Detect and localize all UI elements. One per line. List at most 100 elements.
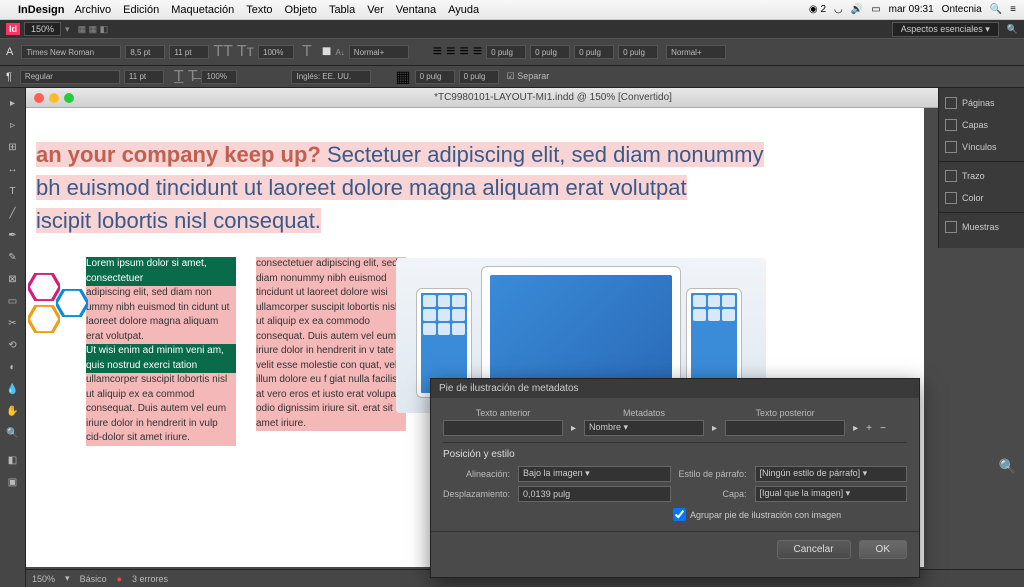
status-zoom[interactable]: 150% [32,574,55,584]
para-style-select-dlg[interactable]: [Ningún estilo de párrafo] ▾ [755,466,907,482]
wifi-icon[interactable]: ◡ [834,4,843,15]
col-gutter-field[interactable]: 0 pulg [459,70,499,84]
spotlight-icon[interactable]: 🔍 [990,4,1002,15]
panel-muestras[interactable]: Muestras [939,216,1024,238]
menu-ver[interactable]: Ver [367,4,384,16]
smallcaps-icon[interactable]: Tᴛ [237,43,254,61]
leading-select[interactable]: 11 pt [169,45,209,59]
alignment-select[interactable]: Bajo la imagen ▾ [518,466,670,482]
separar-checkbox[interactable]: ☑ Separar [507,71,550,82]
para-mode-icon[interactable]: ¶ [6,71,12,83]
panel-paginas[interactable]: Páginas [939,92,1024,114]
minimize-window-button[interactable] [49,93,59,103]
gap-tool[interactable]: ↔ [2,159,24,179]
line-tool[interactable]: ╱ [2,203,24,223]
headline-text[interactable]: an your company keep up? Sectetuer adipi… [36,138,914,237]
remove-row-button[interactable]: − [880,423,886,434]
page-tool[interactable]: ⊞ [2,137,24,157]
search-icon[interactable]: 🔍 [1007,24,1018,35]
menu-tabla[interactable]: Tabla [329,4,355,16]
view-icons[interactable]: ▦ ▦ ◧ [78,24,109,35]
space-before-field[interactable]: 0 pulg [574,45,614,59]
menubar-status: ◉ 2 ◡ 🔊 ▭ mar 09:31 Ontecnia 🔍 ≡ [809,4,1016,15]
close-window-button[interactable] [34,93,44,103]
zoom-tool[interactable]: 🔍 [2,423,24,443]
free-transform-tool[interactable]: ⟲ [2,335,24,355]
status-errors[interactable]: 3 errores [132,574,168,584]
panel-vinculos[interactable]: Vínculos [939,136,1024,158]
font-family-select[interactable]: Times New Roman [21,45,121,59]
para-style-select[interactable]: Normal+ [349,45,409,59]
text-column-1[interactable]: Lorem ipsum dolor si amet, consectetuer … [86,257,236,446]
metadata-select[interactable]: Nombre ▾ [584,420,704,436]
ok-button[interactable]: OK [859,540,907,559]
cc-icon[interactable]: ◉ 2 [809,4,826,15]
menu-objeto[interactable]: Objeto [285,4,317,16]
text-column-2[interactable]: consectetuer adipiscing elit, sed diam n… [256,257,406,446]
status-page[interactable]: Básico [80,574,107,584]
gradient-tool[interactable]: ◐ [2,357,24,377]
pen-tool[interactable]: ✒ [2,225,24,245]
battery-icon[interactable]: ▭ [871,4,880,15]
tracking-field[interactable]: 100% [258,45,294,59]
columns-icon[interactable]: ▦ [395,67,410,87]
document-titlebar: *TC9980101-LAYOUT-MI1.indd @ 150% [Conve… [26,88,1024,108]
align-center-icon[interactable]: ≡ [446,43,455,61]
panel-capas[interactable]: Capas [939,114,1024,136]
fill-stroke-swap[interactable]: ◧ [2,450,24,470]
font-style-select[interactable]: Regular [20,70,120,84]
language-select[interactable]: Inglés: EE. UU. [291,70,371,84]
superscript-icon[interactable]: TT [213,43,233,61]
eyedropper-tool[interactable]: 💧 [2,379,24,399]
indent-left-field[interactable]: 0 pulg [486,45,526,59]
align-right-icon[interactable]: ≡ [459,43,468,61]
char-style-select[interactable]: Normal+ [666,45,726,59]
direct-selection-tool[interactable]: ▹ [2,115,24,135]
add-row-button[interactable]: + [866,423,872,434]
indent-right-field[interactable]: 0 pulg [530,45,570,59]
panel-color[interactable]: Color [939,187,1024,209]
char-mode-icon[interactable]: A [6,46,13,58]
cancel-button[interactable]: Cancelar [777,540,851,559]
font-size-select[interactable]: 8,5 pt [125,45,165,59]
selection-tool[interactable]: ▸ [2,93,24,113]
align-justify-icon[interactable]: ≡ [473,43,482,61]
menu-ayuda[interactable]: Ayuda [448,4,479,16]
strike-icon[interactable]: T̶ [188,68,198,86]
menu-archivo[interactable]: Archivo [74,4,111,16]
menu-edicion[interactable]: Edición [123,4,159,16]
fill-stroke-icon[interactable]: ■ [322,43,332,61]
leading2-field[interactable]: 11 pt [124,70,164,84]
zoom-select[interactable]: 150% [24,22,61,36]
layer-select[interactable]: [Igual que la imagen] ▾ [755,486,907,502]
workspace-select[interactable]: Aspectos esenciales ▾ [892,22,999,37]
app-name[interactable]: InDesign [18,4,64,16]
align-left-icon[interactable]: ≡ [433,43,442,61]
text-before-input[interactable] [443,420,563,436]
volume-icon[interactable]: 🔊 [851,4,863,15]
panel-trazo[interactable]: Trazo [939,165,1024,187]
baseline-icon[interactable]: T [302,43,312,61]
underline-icon[interactable]: T̲ [174,68,184,86]
text-after-input[interactable] [725,420,845,436]
vscale-field[interactable]: 100% [201,70,237,84]
clock[interactable]: mar 09:31 [889,4,934,15]
scissors-tool[interactable]: ✂ [2,313,24,333]
rectangle-tool[interactable]: ▭ [2,291,24,311]
menu-ventana[interactable]: Ventana [396,4,436,16]
hand-tool[interactable]: ✋ [2,401,24,421]
type-tool[interactable]: T [2,181,24,201]
group-caption-checkbox[interactable] [673,508,686,521]
notifications-icon[interactable]: ≡ [1010,4,1016,15]
user-name[interactable]: Ontecnia [942,4,982,15]
zoom-window-button[interactable] [64,93,74,103]
rectangle-frame-tool[interactable]: ⊠ [2,269,24,289]
magnify-icon[interactable]: 🔍 [999,458,1016,475]
pencil-tool[interactable]: ✎ [2,247,24,267]
space-after-field[interactable]: 0 pulg [618,45,658,59]
menu-texto[interactable]: Texto [246,4,272,16]
view-mode-tool[interactable]: ▣ [2,472,24,492]
col-width-field[interactable]: 0 pulg [415,70,455,84]
offset-input[interactable] [518,486,670,502]
menu-maquetacion[interactable]: Maquetación [171,4,234,16]
